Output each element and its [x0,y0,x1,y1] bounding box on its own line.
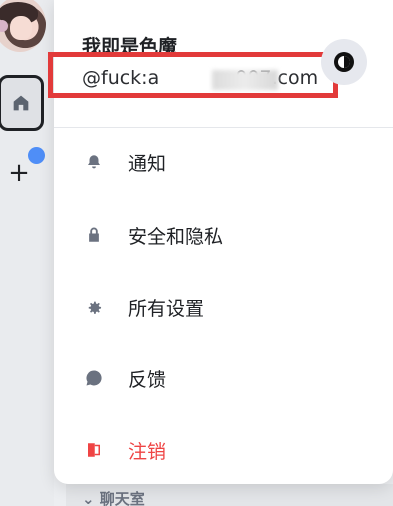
section-label-chatrooms[interactable]: ⌄ 聊天室 [82,488,145,506]
menu-item-logout[interactable]: 注销 [54,428,393,472]
add-space-button[interactable]: + [6,160,32,186]
menu-divider [54,127,393,128]
user-avatar[interactable] [0,0,46,52]
menu-item-label: 通知 [128,152,167,175]
highlight-annotation [48,52,338,98]
lock-icon [84,225,104,245]
notification-dot [28,147,45,164]
menu-item-label: 安全和隐私 [128,225,224,248]
menu-item-notifications[interactable]: 通知 [54,140,393,184]
bell-icon [84,152,104,172]
room-list-peek: ⌄ 聊天室 [66,484,393,506]
app-root: + ⌄ 聊天室 我即是色魔 @fuck:a007.com 通知 [0,0,393,506]
home-icon [13,95,29,111]
menu-item-label: 所有设置 [128,297,205,320]
gear-icon [84,297,104,317]
menu-item-all-settings[interactable]: 所有设置 [54,285,393,329]
menu-item-label: 反馈 [128,368,167,391]
chat-bubble-icon [84,368,104,388]
home-button[interactable] [0,75,44,131]
menu-item-label: 注销 [128,440,167,463]
menu-item-feedback[interactable]: 反馈 [54,356,393,400]
avatar-flower [0,20,8,32]
user-menu: 我即是色魔 @fuck:a007.com 通知 安全和隐私 [48,0,393,484]
logout-icon [84,440,104,460]
menu-item-security-privacy[interactable]: 安全和隐私 [54,213,393,257]
theme-toggle-button[interactable] [321,39,367,85]
avatar-face [10,16,32,40]
space-rail: + [0,0,54,506]
contrast-icon [334,52,354,72]
